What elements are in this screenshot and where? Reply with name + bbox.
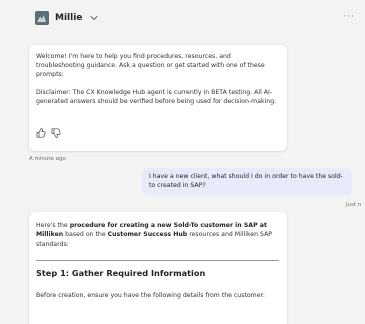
agent-name[interactable]: Millie [55,11,82,25]
welcome-text: Welcome! I'm here to help you find proce… [36,53,265,79]
chat-header: Millie ··· [0,0,365,34]
divider [36,260,279,261]
message-timestamp: A minute ago [29,156,66,162]
step-heading: Step 1: Gather Required Information [36,268,206,278]
user-message-bubble: I have a new client, what should I do in… [142,168,352,195]
welcome-message-card: Welcome! I'm here to help you find proce… [29,45,287,151]
agent-response-card: Here's the procedure for creating a new … [29,212,287,324]
disclaimer-text: Disclaimer: The CX Knowledge Hub agent i… [36,89,277,106]
agent-avatar [35,11,49,25]
step-body-text: Before creation, ensure you have the fol… [36,292,266,299]
more-options-icon[interactable]: ··· [343,11,355,23]
response-intro: Here's the procedure for creating a new … [36,222,273,248]
mountain-icon [37,15,46,22]
user-message-text: I have a new client, what should I do in… [149,173,343,190]
thumbs-up-icon[interactable] [36,127,46,139]
thumbs-down-icon[interactable] [51,127,61,139]
chevron-down-icon[interactable] [89,11,99,25]
user-message-timestamp: Just n [346,202,362,208]
